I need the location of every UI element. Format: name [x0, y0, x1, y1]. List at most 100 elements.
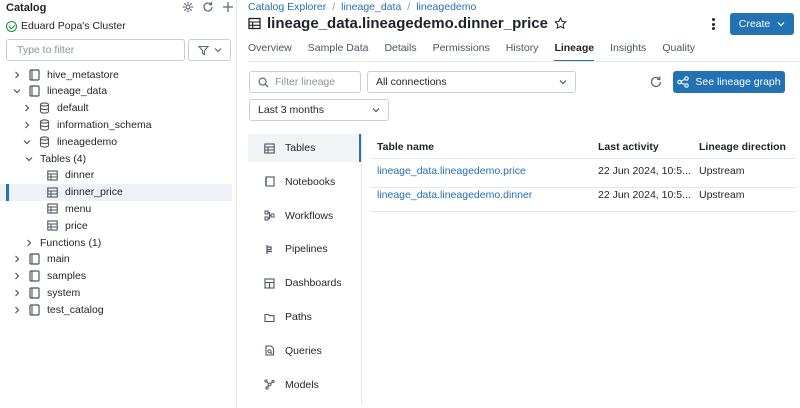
- tree-item-test-catalog[interactable]: test_catalog: [0, 301, 232, 318]
- lineage-nav-queries[interactable]: Queries: [248, 337, 361, 365]
- see-lineage-graph-button[interactable]: See lineage graph: [673, 71, 785, 93]
- chevron-down-icon[interactable]: [24, 154, 34, 164]
- time-range-select[interactable]: Last 3 months: [249, 99, 389, 121]
- tabs-divider: [248, 61, 800, 62]
- breadcrumb-lineage-data[interactable]: lineage_data: [341, 1, 401, 13]
- chevron-right-icon[interactable]: [24, 238, 34, 248]
- refresh-icon[interactable]: [649, 75, 663, 89]
- schema-icon: [38, 136, 50, 148]
- table-row[interactable]: lineage_data.lineagedemo.price 22 Jun 202…: [371, 164, 796, 188]
- plus-icon[interactable]: [222, 1, 234, 13]
- tab-details[interactable]: Details: [384, 42, 432, 62]
- nav-divider: [361, 134, 362, 404]
- refresh-icon[interactable]: [202, 1, 214, 13]
- filter-dropdown-button[interactable]: [188, 39, 231, 61]
- tree-item-default[interactable]: default: [0, 100, 232, 117]
- breadcrumb-catalog-explorer[interactable]: Catalog Explorer: [248, 1, 326, 13]
- catalog-icon: [28, 253, 40, 265]
- lineage-nav-label: Workflows: [285, 209, 334, 222]
- tree-item-label: Tables (4): [40, 152, 87, 165]
- tree-item-label: default: [57, 102, 89, 115]
- more-options-icon[interactable]: [707, 17, 719, 31]
- model-icon: [264, 379, 275, 390]
- tab-history[interactable]: History: [506, 42, 555, 62]
- tree-item-main[interactable]: main: [0, 251, 232, 268]
- tab-sample-data[interactable]: Sample Data: [308, 42, 385, 62]
- breadcrumb-lineagedemo[interactable]: lineagedemo: [416, 1, 476, 13]
- tab-lineage[interactable]: Lineage: [554, 42, 610, 62]
- column-header-last-activity[interactable]: Last activity: [598, 141, 659, 153]
- lineage-nav-notebooks[interactable]: Notebooks: [248, 168, 361, 196]
- table-name-link[interactable]: lineage_data.lineagedemo.dinner: [377, 189, 532, 201]
- chevron-right-icon[interactable]: [22, 103, 32, 113]
- lineage-filter-input[interactable]: [275, 76, 355, 88]
- lineage-nav-paths[interactable]: Paths: [248, 303, 361, 331]
- schema-icon: [38, 119, 50, 131]
- column-header-lineage-direction[interactable]: Lineage direction: [699, 141, 786, 153]
- chevron-right-icon[interactable]: [12, 305, 22, 315]
- lineage-nav-dashboards[interactable]: Dashboards: [248, 269, 361, 297]
- tree-item-information-schema[interactable]: information_schema: [0, 116, 232, 133]
- catalog-icon: [28, 85, 40, 97]
- tab-insights[interactable]: Insights: [610, 42, 662, 62]
- tree-item-dinner-price[interactable]: dinner_price: [0, 183, 232, 201]
- lineage-nav-tables[interactable]: Tables: [248, 134, 361, 162]
- tree-item-dinner[interactable]: dinner: [0, 167, 232, 184]
- tree-item-label: information_schema: [57, 118, 152, 131]
- chevron-down-icon[interactable]: [12, 86, 22, 96]
- lineage-nav-label: Notebooks: [285, 175, 336, 188]
- tree-item-tables-4[interactable]: Tables (4): [0, 150, 232, 167]
- tree-item-label: lineagedemo: [57, 135, 118, 148]
- query-icon: [264, 345, 275, 356]
- star-icon[interactable]: [554, 17, 567, 30]
- sidebar-title: Catalog: [6, 2, 47, 14]
- gear-icon[interactable]: [182, 1, 194, 13]
- chevron-right-icon[interactable]: [12, 288, 22, 298]
- lineage-nav-workflows[interactable]: Workflows: [248, 202, 361, 230]
- tree-item-menu[interactable]: menu: [0, 200, 232, 217]
- chevron-down-icon: [777, 22, 785, 27]
- catalog-icon: [28, 304, 40, 316]
- chevron-right-icon[interactable]: [12, 254, 22, 264]
- tree-item-lineagedemo[interactable]: lineagedemo: [0, 133, 232, 150]
- lineage-direction-cell: Upstream: [699, 165, 745, 177]
- chevron-right-icon[interactable]: [22, 120, 32, 130]
- tree-item-functions-1[interactable]: Functions (1): [0, 234, 232, 251]
- column-header-table-name[interactable]: Table name: [377, 141, 434, 153]
- tree-item-label: Functions (1): [40, 236, 102, 249]
- tab-permissions[interactable]: Permissions: [433, 42, 506, 62]
- lineage-nav-models[interactable]: Models: [248, 371, 361, 399]
- catalog-filter-input[interactable]: [6, 39, 185, 61]
- breadcrumb: Catalog Explorer / lineage_data / lineag…: [248, 1, 476, 13]
- chevron-right-icon[interactable]: [12, 70, 22, 80]
- tree-item-label: hive_metastore: [47, 68, 119, 81]
- chevron-down-icon[interactable]: [22, 137, 32, 147]
- tree-item-label: menu: [65, 202, 92, 215]
- header-divider: [371, 158, 796, 159]
- tree-item-lineage-data[interactable]: lineage_data: [0, 83, 232, 100]
- table-icon: [248, 17, 261, 30]
- table-name-link[interactable]: lineage_data.lineagedemo.price: [377, 165, 526, 177]
- table-icon: [46, 220, 58, 232]
- tab-overview[interactable]: Overview: [248, 42, 308, 62]
- tab-quality[interactable]: Quality: [662, 42, 711, 62]
- table-icon: [46, 203, 58, 215]
- tree-item-label: lineage_data: [47, 85, 108, 98]
- cluster-name: Eduard Popa's Cluster: [21, 20, 126, 32]
- cluster-indicator[interactable]: Eduard Popa's Cluster: [6, 20, 126, 32]
- folder-icon: [264, 312, 275, 323]
- table-row[interactable]: lineage_data.lineagedemo.dinner 22 Jun 20…: [371, 188, 796, 212]
- table-icon: [46, 169, 58, 181]
- tree-item-hive-metastore[interactable]: hive_metastore: [0, 66, 232, 83]
- connections-select[interactable]: All connections: [367, 71, 576, 93]
- check-circle-icon: [6, 20, 17, 32]
- chevron-right-icon[interactable]: [12, 271, 22, 281]
- table-icon: [264, 142, 275, 154]
- tree-item-system[interactable]: system: [0, 284, 232, 301]
- tree-item-samples[interactable]: samples: [0, 268, 232, 285]
- last-activity-cell: 22 Jun 2024, 10:5...: [598, 189, 691, 201]
- tree-item-price[interactable]: price: [0, 217, 232, 234]
- lineage-nav-pipelines[interactable]: Pipelines: [248, 235, 361, 263]
- lineage-search-box[interactable]: [249, 71, 361, 93]
- create-button[interactable]: Create: [730, 13, 794, 35]
